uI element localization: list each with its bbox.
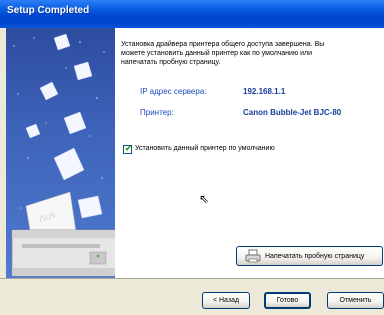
content-panel: Установка драйвера принтера общего досту… [115,28,384,278]
printer-illustration: /SUS [11,33,117,277]
printer-icon [245,249,261,263]
cancel-button[interactable]: Отменить [327,292,384,309]
server-ip-label: IP адрес сервера: [140,87,207,96]
completion-message: Установка драйвера принтера общего досту… [121,40,371,67]
print-test-page-label: Напечатать пробную страницу [265,252,365,260]
print-test-page-button[interactable]: Напечатать пробную страницу [236,246,383,266]
printer-label: Принтер: [140,108,174,117]
set-default-printer-checkbox[interactable]: ✔ [123,144,132,154]
title-bar[interactable]: Setup Completed [0,0,384,28]
window-title: Setup Completed [7,5,90,16]
printer-name-value: Canon Bubble-Jet BJC-80 [243,108,342,117]
completion-message-line: можете установить данный принтер как по … [121,50,313,57]
finish-button[interactable]: Готово [264,292,311,309]
server-ip-value: 192.168.1.1 [243,87,286,96]
checkmark-icon: ✔ [125,144,132,153]
set-default-printer-label[interactable]: Установить данный принтер по умолчанию [135,145,275,152]
separator [0,278,384,279]
back-button[interactable]: < Назад [202,292,250,309]
completion-message-line: Установка драйвера принтера общего досту… [121,41,325,48]
completion-message-line: напечатать пробную страницу. [121,59,221,66]
mouse-cursor-icon: ⇖ [199,192,210,206]
setup-side-banner: /SUS [6,28,117,278]
